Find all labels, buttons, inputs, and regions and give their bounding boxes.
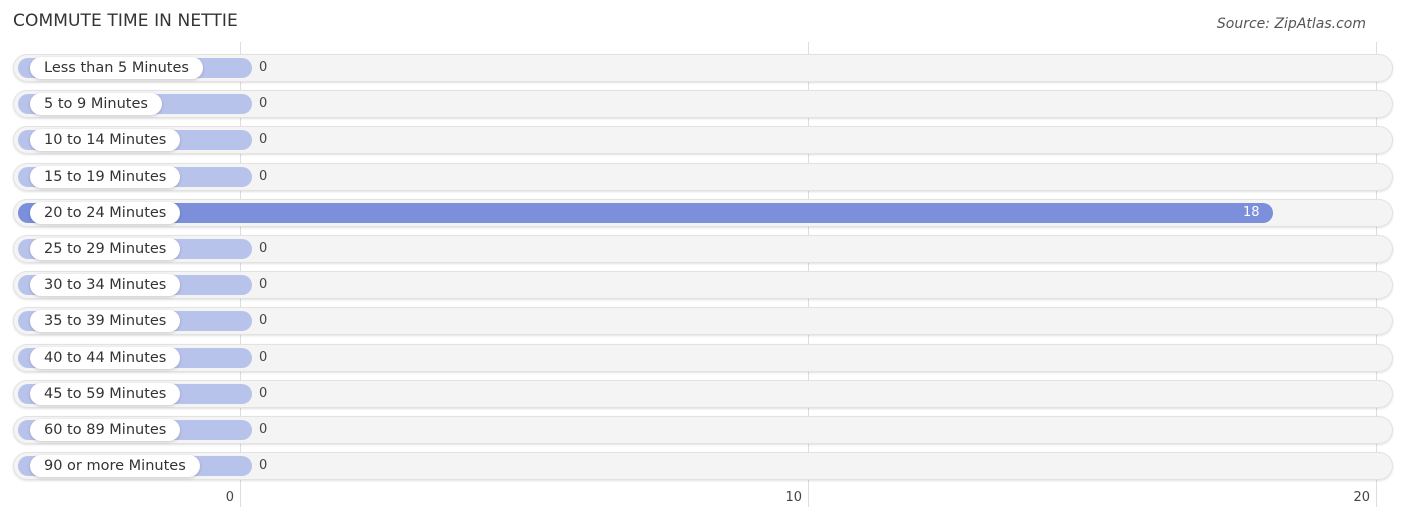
bar[interactable] <box>18 203 1273 223</box>
category-label: 60 to 89 Minutes <box>30 419 181 441</box>
category-label: 15 to 19 Minutes <box>30 166 181 188</box>
value-label: 18 <box>1243 205 1260 220</box>
value-label: 0 <box>259 96 268 111</box>
value-label: 0 <box>259 350 268 365</box>
x-tick-label: 10 <box>785 490 802 505</box>
value-label: 0 <box>259 386 268 401</box>
category-label: 90 or more Minutes <box>30 455 200 477</box>
category-label: 5 to 9 Minutes <box>30 93 162 115</box>
category-label: 20 to 24 Minutes <box>30 202 181 224</box>
value-label: 0 <box>259 458 268 473</box>
category-label: 10 to 14 Minutes <box>30 129 181 151</box>
category-label: 30 to 34 Minutes <box>30 274 181 296</box>
value-label: 0 <box>259 132 268 147</box>
x-tick-label: 0 <box>225 490 234 505</box>
value-label: 0 <box>259 422 268 437</box>
bar-chart: 0 10 20 Less than 5 Minutes 0 5 to 9 Minutes 0… <box>0 0 1406 523</box>
category-label: Less than 5 Minutes <box>30 57 203 79</box>
x-tick-label: 20 <box>1353 490 1370 505</box>
category-label: 25 to 29 Minutes <box>30 238 181 260</box>
value-label: 0 <box>259 277 268 292</box>
value-label: 0 <box>259 169 268 184</box>
value-label: 0 <box>259 241 268 256</box>
category-label: 40 to 44 Minutes <box>30 347 181 369</box>
value-label: 0 <box>259 313 268 328</box>
category-label: 45 to 59 Minutes <box>30 383 181 405</box>
category-label: 35 to 39 Minutes <box>30 310 181 332</box>
value-label: 0 <box>259 60 268 75</box>
